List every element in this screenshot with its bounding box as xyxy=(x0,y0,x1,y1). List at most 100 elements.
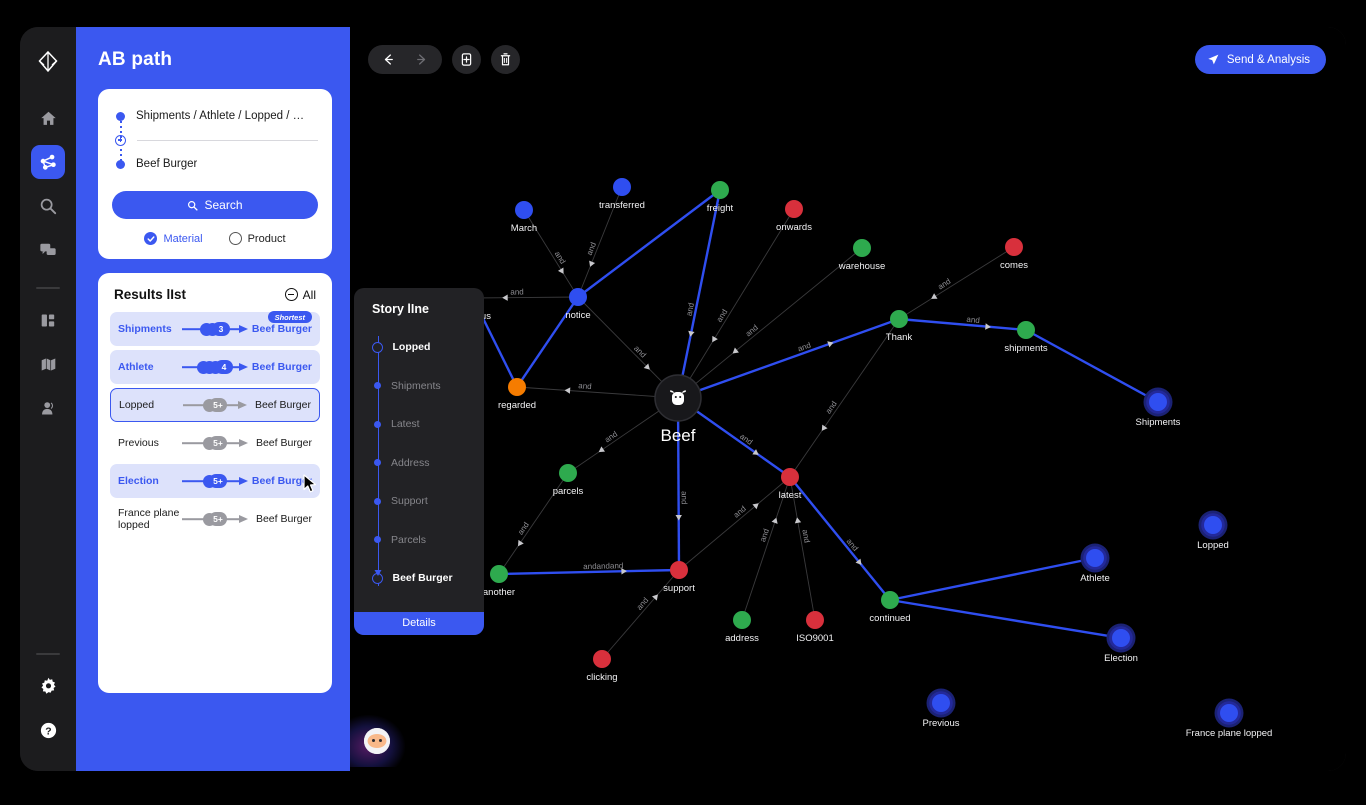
graph-edge[interactable] xyxy=(889,598,1122,640)
graph-canvas[interactable]: Send & Analysis and and and and and and and and… xyxy=(350,27,1346,771)
graph-node[interactable]: support xyxy=(663,561,695,594)
hop-count: 5+ xyxy=(209,512,227,526)
graph-edge[interactable]: and xyxy=(898,246,1015,320)
forward-button[interactable] xyxy=(407,45,436,74)
astronaut-avatar-icon[interactable] xyxy=(350,715,405,767)
result-target: Beef Burger xyxy=(255,513,312,525)
hop-indicator: 4 xyxy=(180,350,250,384)
from-value: Shipments / Athlete / Lopped / … xyxy=(136,110,305,122)
graph-node[interactable]: Lopped xyxy=(1197,510,1229,552)
details-button[interactable]: Details xyxy=(354,611,484,635)
node-label: freight xyxy=(707,203,734,214)
story-line-item[interactable]: Beef Burger xyxy=(371,559,484,598)
edge-arrow-icon xyxy=(598,446,606,453)
graph-node[interactable]: another xyxy=(483,565,515,598)
node-label: parcels xyxy=(553,486,584,497)
story-line-panel: Story lIne Lopped Shipments Latest Address S… xyxy=(354,288,484,635)
graph-node[interactable]: France plane lopped xyxy=(1186,698,1273,740)
result-row[interactable]: Previous 5+ Beef Burger xyxy=(110,426,320,460)
graph-node[interactable]: comes xyxy=(1000,238,1028,271)
sidebar-item-graph[interactable] xyxy=(31,145,65,179)
delete-button[interactable] xyxy=(491,45,520,74)
graph-node[interactable]: Previous xyxy=(923,688,960,730)
result-row[interactable]: Lopped 5+ Beef Burger xyxy=(110,388,320,422)
graph-node[interactable]: address xyxy=(725,611,759,644)
result-source: Athlete xyxy=(118,361,154,373)
graph-node[interactable]: regarded xyxy=(498,378,536,411)
node-label: clicking xyxy=(586,672,617,683)
all-toggle[interactable]: All xyxy=(284,288,316,302)
story-line-item[interactable]: Lopped xyxy=(371,328,484,367)
shortest-badge: Shortest xyxy=(267,311,312,323)
result-row[interactable]: Athlete 4 Beef Burger xyxy=(110,350,320,384)
graph-node[interactable]: March xyxy=(511,201,537,234)
result-target: Beef Burger xyxy=(251,361,312,373)
graph-edge[interactable]: andandand xyxy=(498,561,680,576)
canvas-toolbar xyxy=(368,45,520,74)
result-source: Shipments xyxy=(118,323,172,335)
sidebar-item-chat[interactable] xyxy=(31,233,65,267)
graph-node[interactable]: Election xyxy=(1104,623,1138,665)
graph-edge[interactable]: and xyxy=(677,247,863,399)
graph-edge[interactable] xyxy=(889,556,1096,602)
graph-edge[interactable]: and xyxy=(898,315,1027,332)
graph-node[interactable]: onwards xyxy=(776,200,812,233)
graph-edge[interactable]: and xyxy=(677,317,900,400)
hop-count: 3 xyxy=(212,322,230,336)
story-line-item-label: Latest xyxy=(391,418,420,431)
sidebar-item-map[interactable] xyxy=(31,347,65,381)
search-button[interactable]: Search xyxy=(112,191,318,219)
option-product[interactable]: Product xyxy=(228,232,286,245)
graph-node[interactable]: Thank xyxy=(886,310,913,343)
graph-center-node[interactable]: Beef xyxy=(654,374,702,445)
send-analysis-label: Send & Analysis xyxy=(1226,53,1310,66)
result-row[interactable]: France plane lopped 5+ Beef Burger xyxy=(110,502,320,536)
result-row[interactable]: Election 5+ Beef Burger xyxy=(110,464,320,498)
graph-node[interactable]: clicking xyxy=(586,650,618,683)
graph-node[interactable]: ISO9001 xyxy=(796,611,834,644)
sidebar-item-home[interactable] xyxy=(31,101,65,135)
graph-edge[interactable]: and xyxy=(516,381,679,399)
search-card: Shipments / Athlete / Lopped / … Beef Bu… xyxy=(98,89,332,259)
story-line-title: Story lIne xyxy=(372,302,429,316)
graph-node[interactable]: Athlete xyxy=(1080,543,1110,585)
graph-edge[interactable]: and xyxy=(472,288,579,301)
graph-edge[interactable] xyxy=(1025,328,1159,404)
settings-gear-icon[interactable] xyxy=(31,669,65,703)
sidebar-item-user[interactable] xyxy=(31,391,65,425)
option-material[interactable]: Material xyxy=(144,232,203,245)
graph-node[interactable]: transferred xyxy=(599,178,645,211)
graph-node[interactable]: notice xyxy=(565,288,591,321)
story-line-item[interactable]: Shipments xyxy=(372,367,484,406)
path-to-row[interactable]: Beef Burger xyxy=(116,153,318,175)
search-icon xyxy=(188,200,199,211)
graph-edge[interactable]: and xyxy=(677,208,795,399)
graph-node[interactable]: warehouse xyxy=(838,239,885,272)
graph-node[interactable]: latest xyxy=(779,468,802,501)
sidebar-item-dashboard[interactable] xyxy=(31,303,65,337)
graph-node[interactable]: parcels xyxy=(553,464,584,497)
from-dot-icon xyxy=(116,111,125,121)
sidebar-item-search[interactable] xyxy=(31,189,65,223)
plus-circle-icon[interactable] xyxy=(115,134,126,146)
back-button[interactable] xyxy=(374,45,403,74)
to-value: Beef Burger xyxy=(136,158,198,170)
node-link-graph[interactable]: andandandandand andandandandandandandanda… xyxy=(350,27,1346,771)
send-analysis-button[interactable]: Send & Analysis xyxy=(1194,45,1326,74)
story-line-item[interactable]: Address xyxy=(372,444,484,483)
graph-edge[interactable]: and xyxy=(676,189,722,399)
graph-edge[interactable]: and xyxy=(678,476,791,571)
add-waypoint-row[interactable] xyxy=(115,127,318,153)
node-label: transferred xyxy=(599,200,645,211)
endpoint-ring-icon xyxy=(371,341,383,353)
graph-edge[interactable]: and xyxy=(675,397,689,571)
story-line-item[interactable]: Latest xyxy=(372,405,484,444)
help-circle-icon[interactable]: ? xyxy=(31,713,65,747)
edge-arrow-icon xyxy=(771,517,778,524)
add-panel-icon xyxy=(461,53,472,66)
result-row[interactable]: Shortest Shipments 3 Beef Burger xyxy=(110,311,320,346)
story-line-item[interactable]: Support xyxy=(372,482,484,521)
story-line-item[interactable]: Parcels xyxy=(372,521,484,560)
path-from-row[interactable]: Shipments / Athlete / Lopped / … xyxy=(116,105,318,127)
add-panel-button[interactable] xyxy=(452,45,481,74)
